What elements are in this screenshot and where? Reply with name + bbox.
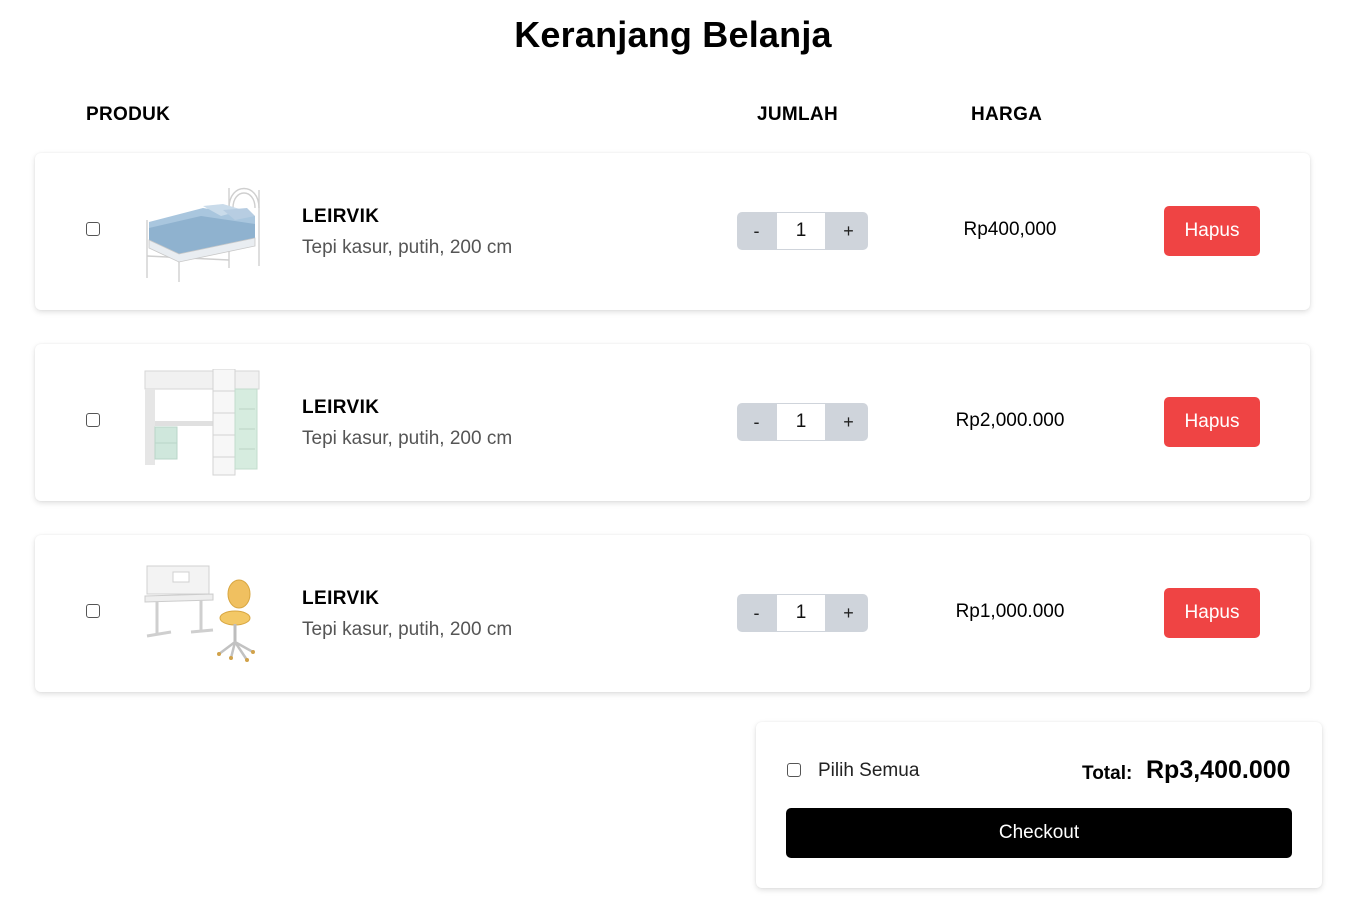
- cart-summary: Pilih Semua Total: Rp3,400.000 Checkout: [756, 722, 1322, 888]
- item-name: LEIRVIK: [302, 206, 380, 227]
- item-name: LEIRVIK: [302, 588, 380, 609]
- column-header-jumlah: JUMLAH: [757, 104, 838, 125]
- item-description: Tepi kasur, putih, 200 cm: [302, 619, 513, 640]
- decrease-quantity-button[interactable]: -: [737, 212, 776, 250]
- column-header-harga: HARGA: [971, 104, 1043, 125]
- item-description: Tepi kasur, putih, 200 cm: [302, 237, 513, 258]
- cart-item: LEIRVIK Tepi kasur, putih, 200 cm - 1 + …: [35, 344, 1310, 501]
- increase-quantity-button[interactable]: +: [829, 212, 868, 250]
- item-description: Tepi kasur, putih, 200 cm: [302, 428, 513, 449]
- loft-bed-desk-image: [144, 369, 260, 476]
- item-checkbox[interactable]: [86, 604, 100, 618]
- bed-frame-image: [146, 187, 260, 282]
- column-header-produk: PRODUK: [86, 104, 171, 125]
- quantity-stepper: - 1 +: [737, 403, 868, 441]
- select-all-checkbox[interactable]: [787, 763, 801, 777]
- page-title: Keranjang Belanja: [514, 14, 832, 55]
- item-checkbox[interactable]: [86, 222, 100, 236]
- increase-quantity-button[interactable]: +: [829, 594, 868, 632]
- quantity-input[interactable]: 1: [777, 404, 825, 440]
- quantity-stepper: - 1 +: [737, 212, 868, 250]
- total-label: Total:: [1082, 763, 1133, 784]
- item-checkbox[interactable]: [86, 413, 100, 427]
- select-all-label: Pilih Semua: [818, 760, 920, 781]
- delete-button[interactable]: Hapus: [1164, 588, 1260, 638]
- quantity-input[interactable]: 1: [777, 213, 825, 249]
- quantity-input[interactable]: 1: [777, 595, 825, 631]
- quantity-stepper: - 1 +: [737, 594, 868, 632]
- item-price: Rp2,000.000: [955, 410, 1065, 431]
- total-value: Rp3,400.000: [1146, 756, 1291, 784]
- delete-button[interactable]: Hapus: [1164, 206, 1260, 256]
- item-price: Rp400,000: [963, 219, 1057, 240]
- item-name: LEIRVIK: [302, 397, 380, 418]
- desk-and-chair-image: [144, 565, 255, 662]
- increase-quantity-button[interactable]: +: [829, 403, 868, 441]
- cart-item: LEIRVIK Tepi kasur, putih, 200 cm - 1 + …: [35, 153, 1310, 310]
- delete-button[interactable]: Hapus: [1164, 397, 1260, 447]
- cart-item: LEIRVIK Tepi kasur, putih, 200 cm - 1 + …: [35, 535, 1310, 692]
- decrease-quantity-button[interactable]: -: [737, 594, 776, 632]
- item-price: Rp1,000.000: [955, 601, 1065, 622]
- decrease-quantity-button[interactable]: -: [737, 403, 776, 441]
- checkout-button[interactable]: Checkout: [786, 808, 1292, 858]
